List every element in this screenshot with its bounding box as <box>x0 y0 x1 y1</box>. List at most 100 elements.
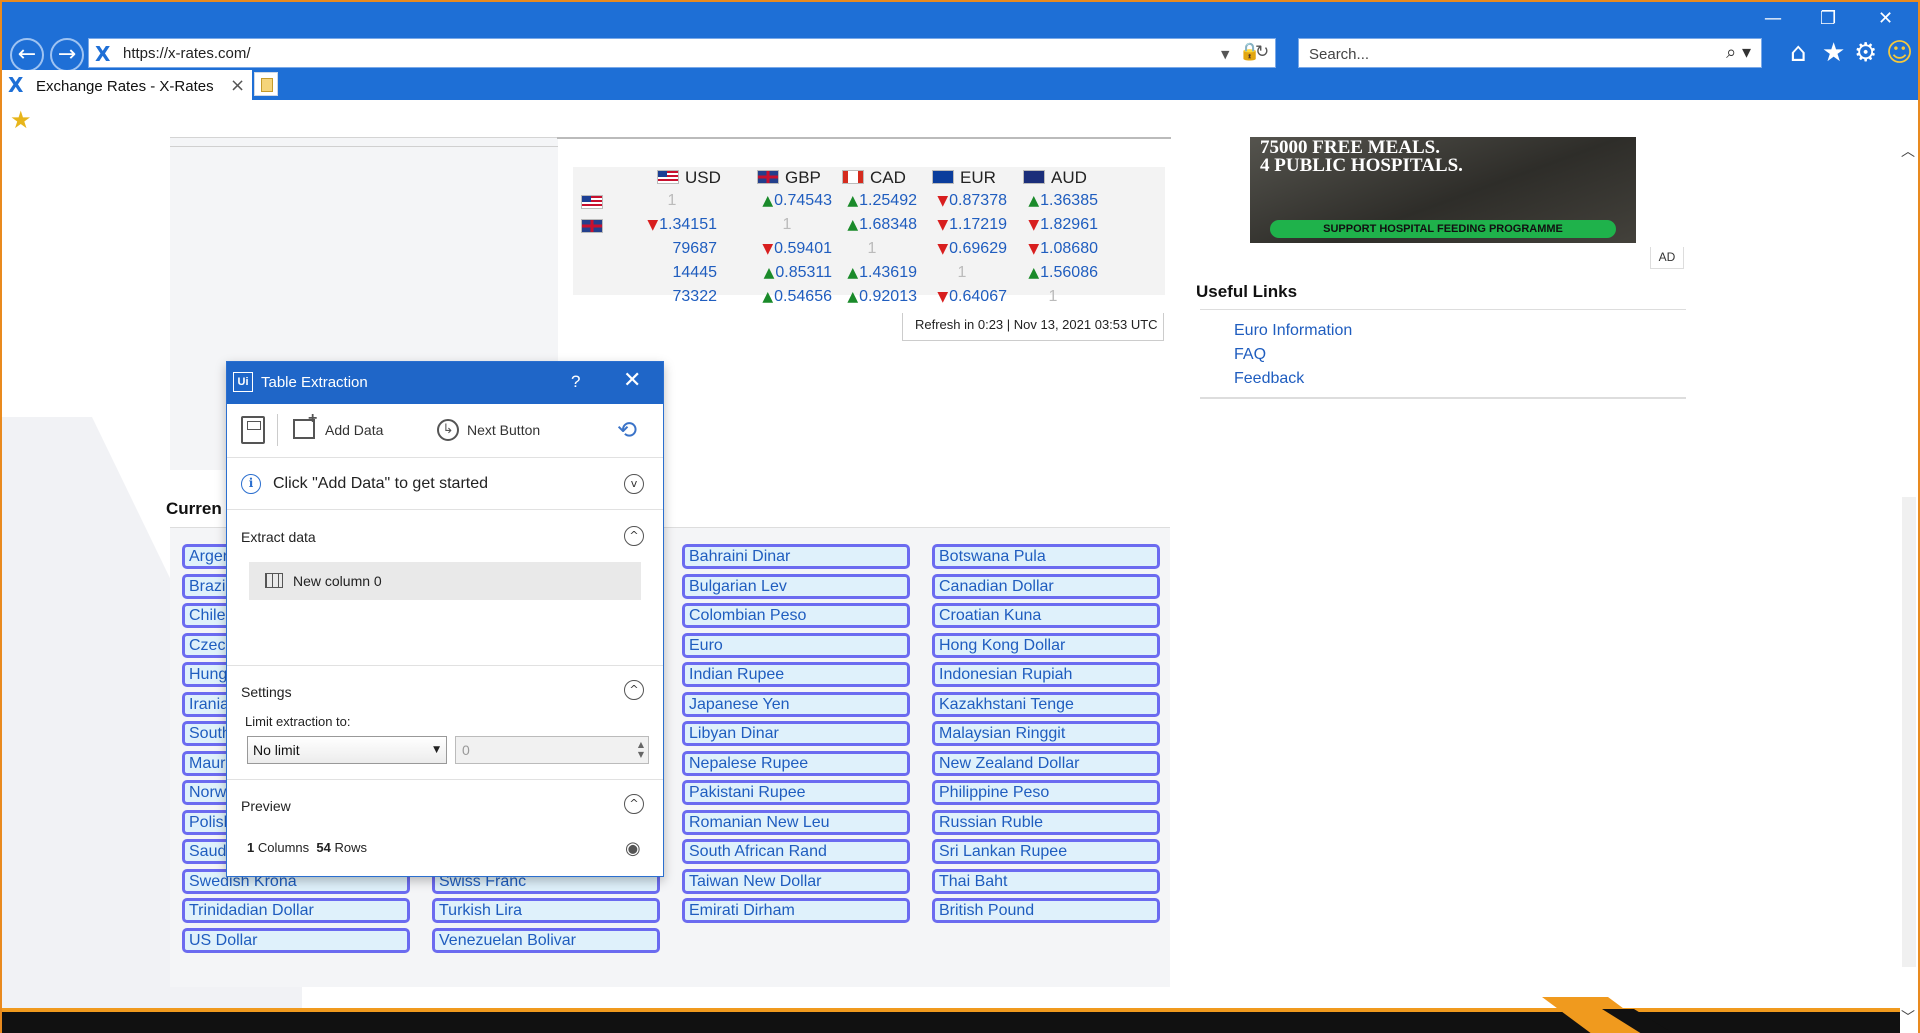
ad-support-button[interactable]: SUPPORT HOSPITAL FEEDING PROGRAMME <box>1270 220 1616 238</box>
rate-cell[interactable]: 1.68348 <box>827 216 917 234</box>
currency-link[interactable]: South African Rand <box>682 839 910 864</box>
ad-tag[interactable]: AD <box>1650 247 1684 269</box>
dropdown-icon[interactable]: ▼ <box>1221 48 1229 61</box>
forward-button[interactable]: → <box>50 38 84 72</box>
currency-link[interactable]: Hong Kong Dollar <box>932 632 1160 658</box>
url-text[interactable]: https://x-rates.com/ <box>123 45 251 62</box>
restore-icon[interactable]: ❐ <box>1820 8 1836 29</box>
settings-gear-icon[interactable]: ⚙ <box>1854 38 1877 68</box>
currency-link[interactable]: Russian Ruble <box>932 809 1160 835</box>
rate-cell[interactable]: 73322 <box>627 288 718 306</box>
search-icon[interactable]: ⌕ ▾ <box>1726 42 1751 63</box>
currency-link[interactable]: Canadian Dollar <box>932 573 1160 599</box>
rate-cell[interactable]: 1.25492 <box>827 192 917 210</box>
rate-cell[interactable]: 1.34151 <box>627 216 717 234</box>
rate-cell[interactable]: 79687 <box>627 240 718 258</box>
tab-close-icon[interactable]: × <box>230 75 245 96</box>
back-button[interactable]: ← <box>10 38 44 72</box>
currency-link[interactable]: Indian Rupee <box>682 662 910 687</box>
rates-header-eur[interactable]: EUR <box>932 168 996 188</box>
currency-link[interactable]: Philippine Peso <box>932 780 1160 805</box>
spinner-icon[interactable]: ▲ ▼ <box>638 740 644 760</box>
next-button[interactable]: Next Button <box>467 422 540 438</box>
scroll-thumb[interactable] <box>1902 497 1916 967</box>
rates-header-aud[interactable]: AUD <box>1023 168 1087 188</box>
currency-link[interactable]: Kazakhstani Tenge <box>932 691 1160 717</box>
rates-header-usd[interactable]: USD <box>657 168 721 188</box>
limit-dropdown[interactable]: No limit <box>247 736 447 764</box>
rate-cell[interactable]: 0.54656 <box>742 288 832 306</box>
add-favorite-icon[interactable]: ★ <box>10 106 32 134</box>
rate-cell[interactable]: 1.08680 <box>1008 240 1098 258</box>
currency-link[interactable]: Botswana Pula <box>932 544 1160 569</box>
smiley-feedback-icon[interactable]: ☺ <box>1886 38 1913 68</box>
link-faq[interactable]: FAQ <box>1234 346 1266 364</box>
search-placeholder[interactable]: Search... <box>1309 46 1369 63</box>
rate-cell[interactable]: 1.17219 <box>917 216 1007 234</box>
currency-link[interactable]: Indonesian Rupiah <box>932 662 1160 687</box>
rate-cell[interactable]: 1 <box>742 216 832 234</box>
currency-link[interactable]: Romanian New Leu <box>682 809 910 835</box>
dialog-close-icon[interactable]: ✕ <box>623 368 641 393</box>
link-feedback[interactable]: Feedback <box>1234 370 1304 388</box>
currency-link[interactable]: New Zealand Dollar <box>932 750 1160 776</box>
currency-link[interactable]: Thai Baht <box>932 868 1160 894</box>
search-box[interactable]: Search... ⌕ ▾ <box>1298 38 1762 68</box>
chevron-down-icon[interactable]: v <box>624 474 644 494</box>
help-button[interactable]: ? <box>571 372 580 392</box>
rate-cell[interactable]: 1.56086 <box>1008 264 1098 282</box>
next-button-icon[interactable]: ↳ <box>437 419 459 441</box>
currency-link[interactable]: Taiwan New Dollar <box>682 868 910 894</box>
currency-link[interactable]: Malaysian Ringgit <box>932 721 1160 746</box>
rate-cell[interactable]: 1.36385 <box>1008 192 1098 210</box>
rates-header-cad[interactable]: CAD <box>842 168 906 188</box>
browser-tab[interactable]: X Exchange Rates - X-Rates × <box>2 70 252 100</box>
dialog-header[interactable]: Ui Table Extraction ? ✕ <box>227 362 663 404</box>
minimize-icon[interactable]: — <box>1764 8 1782 29</box>
refresh-icon[interactable]: ↻ <box>1255 42 1269 62</box>
favorites-star-icon[interactable]: ★ <box>1822 38 1845 68</box>
rates-header-gbp[interactable]: GBP <box>757 168 821 188</box>
chevron-up-icon[interactable]: ^ <box>624 794 644 814</box>
currency-link[interactable]: Turkish Lira <box>432 898 660 923</box>
currency-link[interactable]: Colombian Peso <box>682 603 910 628</box>
rate-cell[interactable]: 14445 <box>627 264 718 282</box>
home-icon[interactable]: ⌂ <box>1790 38 1807 68</box>
address-bar[interactable]: X https://x-rates.com/ ▼ 🔒 ↻ <box>88 38 1276 68</box>
rate-cell[interactable]: 1.43619 <box>827 264 917 282</box>
rate-cell[interactable]: 1.82961 <box>1008 216 1098 234</box>
limit-number-input[interactable]: 0 ▲ ▼ <box>455 736 649 764</box>
currency-link[interactable]: Euro <box>682 632 910 658</box>
rate-cell[interactable]: 0.87378 <box>917 192 1007 210</box>
currency-link[interactable]: Libyan Dinar <box>682 721 910 746</box>
rate-cell[interactable]: 1 <box>627 192 717 210</box>
add-data-icon[interactable] <box>293 410 317 439</box>
scroll-down-icon[interactable]: ﹀ <box>1901 1007 1915 1027</box>
eye-preview-icon[interactable]: ◉ <box>625 838 641 859</box>
page-scrollbar[interactable]: ︿ ﹀ <box>1900 137 1918 1033</box>
limit-number-value[interactable]: 0 <box>462 742 470 758</box>
add-data-button[interactable]: Add Data <box>325 422 383 438</box>
currency-link[interactable]: Emirati Dirham <box>682 898 910 923</box>
chevron-up-icon[interactable]: ^ <box>624 526 644 546</box>
currency-link[interactable]: Bahraini Dinar <box>682 544 910 569</box>
rate-cell[interactable]: 1 <box>1008 288 1098 306</box>
rate-cell[interactable]: 0.64067 <box>917 288 1007 306</box>
rate-cell[interactable]: 0.69629 <box>917 240 1007 258</box>
new-tab-button[interactable] <box>254 72 278 96</box>
column-item[interactable]: New column 0 <box>249 562 641 600</box>
rate-cell[interactable]: 1 <box>917 264 1007 282</box>
currency-link[interactable]: Venezuelan Bolivar <box>432 927 660 953</box>
ad-banner[interactable]: 75000 FREE MEALS. 4 PUBLIC HOSPITALS. SU… <box>1250 137 1636 243</box>
currency-link[interactable]: Sri Lankan Rupee <box>932 839 1160 864</box>
currency-link[interactable]: Japanese Yen <box>682 691 910 717</box>
close-window-icon[interactable]: ✕ <box>1878 8 1893 29</box>
rate-cell[interactable]: 0.85311 <box>742 264 832 282</box>
currency-link[interactable]: Bulgarian Lev <box>682 573 910 599</box>
currency-link[interactable]: Trinidadian Dollar <box>182 898 410 923</box>
rate-cell[interactable]: 0.59401 <box>742 240 832 258</box>
refresh-preview-icon[interactable]: ⟲ <box>617 416 637 444</box>
link-euro-information[interactable]: Euro Information <box>1234 322 1352 340</box>
currency-link[interactable]: Pakistani Rupee <box>682 780 910 805</box>
currency-link[interactable]: Croatian Kuna <box>932 603 1160 628</box>
